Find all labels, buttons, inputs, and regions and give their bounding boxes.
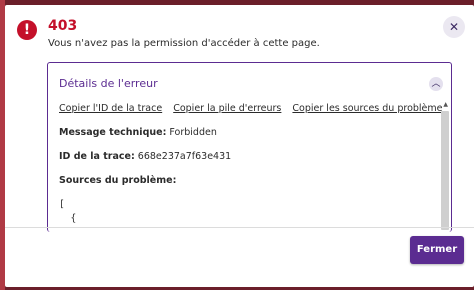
footer-divider: [5, 227, 474, 228]
sources-row: Sources du problème:: [59, 175, 176, 186]
dialog-header: ! 403 Vous n'avez pas la permission d'ac…: [5, 5, 474, 65]
panel-scrollbar[interactable]: [441, 111, 449, 230]
close-button[interactable]: Fermer: [410, 236, 464, 264]
error-details-panel: Détails de l'erreur ︿ Copier l'ID de la …: [47, 62, 452, 232]
chevron-up-icon[interactable]: ︿: [429, 77, 443, 91]
error-dialog: ! 403 Vous n'avez pas la permission d'ac…: [5, 5, 474, 287]
alert-circle-icon: !: [17, 20, 37, 40]
error-message: Vous n'avez pas la permission d'accéder …: [48, 38, 320, 49]
copy-trace-id-link[interactable]: Copier l'ID de la trace: [59, 103, 162, 114]
trace-id-row: ID de la trace: 668e237a7f63e431: [59, 151, 231, 162]
close-icon[interactable]: ✕: [443, 16, 465, 38]
trace-id-label: ID de la trace:: [59, 151, 135, 162]
sources-label: Sources du problème:: [59, 175, 177, 186]
error-code: 403: [48, 18, 78, 34]
trace-id-value: 668e237a7f63e431: [137, 151, 232, 162]
technical-message-row: Message technique: Forbidden: [59, 127, 217, 138]
copy-problem-sources-link[interactable]: Copier les sources du problème: [292, 103, 442, 114]
panel-title: Détails de l'erreur: [59, 77, 158, 90]
technical-message-label: Message technique:: [59, 127, 167, 138]
copy-error-stack-link[interactable]: Copier la pile d'erreurs: [173, 103, 281, 114]
sources-code-block: [ {: [59, 199, 77, 224]
technical-message-value: Forbidden: [169, 127, 217, 138]
copy-links: Copier l'ID de la trace Copier la pile d…: [59, 103, 451, 114]
scroll-up-arrow-icon[interactable]: ▲: [443, 101, 448, 108]
